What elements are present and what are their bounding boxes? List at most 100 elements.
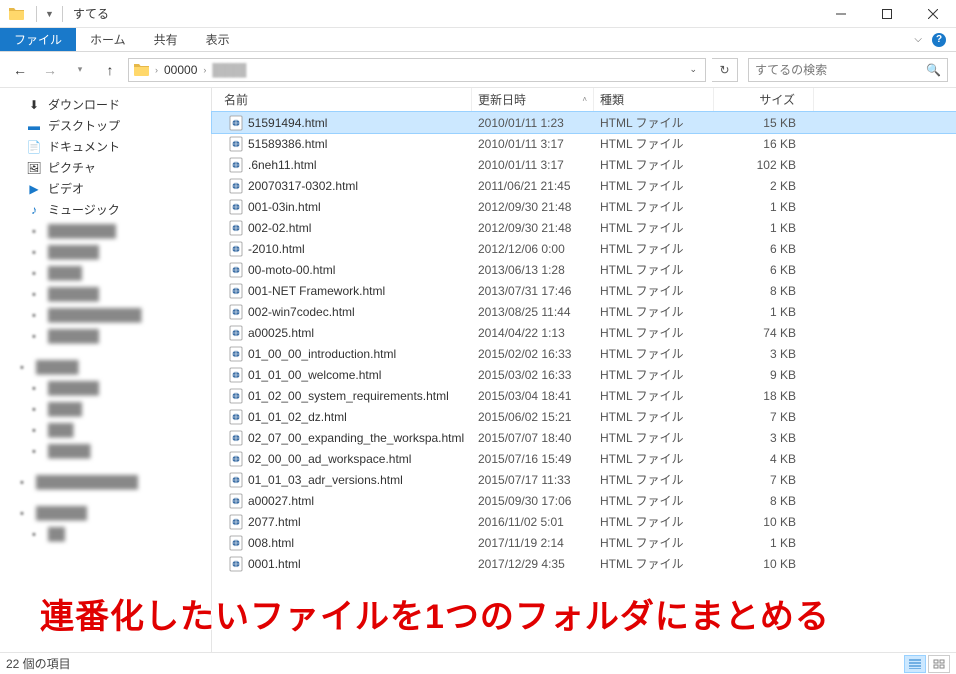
view-icons-button[interactable] bbox=[928, 655, 950, 673]
file-row[interactable]: 2077.html2016/11/02 5:01HTML ファイル10 KB bbox=[212, 511, 956, 532]
file-row[interactable]: -2010.html2012/12/06 0:00HTML ファイル6 KB bbox=[212, 238, 956, 259]
tab-home[interactable]: ホーム bbox=[76, 28, 140, 51]
file-type: HTML ファイル bbox=[594, 114, 714, 131]
tree-documents[interactable]: 📄ドキュメント bbox=[0, 136, 211, 157]
tree-item-blurred[interactable]: ▪████ bbox=[0, 398, 211, 419]
file-type: HTML ファイル bbox=[594, 345, 714, 362]
tree-item-blurred[interactable]: ▪██████ bbox=[0, 241, 211, 262]
file-row[interactable]: 01_01_00_welcome.html2015/03/02 16:33HTM… bbox=[212, 364, 956, 385]
annotation-text: 連番化したいファイルを1つのフォルダにまとめる bbox=[40, 589, 830, 638]
file-row[interactable]: a00025.html2014/04/22 1:13HTML ファイル74 KB bbox=[212, 322, 956, 343]
refresh-button[interactable]: ↻ bbox=[712, 58, 738, 82]
col-name[interactable]: 名前 bbox=[212, 88, 472, 111]
forward-button[interactable]: → bbox=[38, 58, 62, 82]
file-size: 7 KB bbox=[714, 473, 814, 487]
file-row[interactable]: 20070317-0302.html2011/06/21 21:45HTML フ… bbox=[212, 175, 956, 196]
file-row[interactable]: a00027.html2015/09/30 17:06HTML ファイル8 KB bbox=[212, 490, 956, 511]
file-row[interactable]: 01_01_02_dz.html2015/06/02 15:21HTML ファイ… bbox=[212, 406, 956, 427]
tree-item-blurred[interactable]: ▪████████ bbox=[0, 220, 211, 241]
status-item-count: 22 個の項目 bbox=[6, 655, 71, 672]
file-row[interactable]: 00-moto-00.html2013/06/13 1:28HTML ファイル6… bbox=[212, 259, 956, 280]
tree-item-blurred[interactable]: ▪████████████ bbox=[0, 471, 211, 492]
view-details-button[interactable] bbox=[904, 655, 926, 673]
file-date: 2010/01/11 3:17 bbox=[472, 158, 594, 172]
col-date[interactable]: 更新日時˄ bbox=[472, 88, 594, 111]
col-type[interactable]: 種類 bbox=[594, 88, 714, 111]
breadcrumb-segment[interactable]: 00000 bbox=[160, 63, 201, 77]
file-row[interactable]: 001-NET Framework.html2013/07/31 17:46HT… bbox=[212, 280, 956, 301]
window-title: すてる bbox=[73, 5, 109, 22]
file-row[interactable]: 001-03in.html2012/09/30 21:48HTML ファイル1 … bbox=[212, 196, 956, 217]
file-row[interactable]: 02_00_00_ad_workspace.html2015/07/16 15:… bbox=[212, 448, 956, 469]
file-name: 01_01_02_dz.html bbox=[248, 410, 347, 424]
help-icon[interactable]: ? bbox=[932, 33, 946, 47]
tree-downloads[interactable]: ⬇ダウンロード bbox=[0, 94, 211, 115]
address-bar[interactable]: › 00000 › ████ ⌄ bbox=[128, 58, 706, 82]
tree-videos[interactable]: ▶ビデオ bbox=[0, 178, 211, 199]
search-input[interactable]: すてるの検索 🔍 bbox=[748, 58, 948, 82]
tree-item-blurred[interactable]: ▪████ bbox=[0, 262, 211, 283]
nav-tree[interactable]: ⬇ダウンロード ▬デスクトップ 📄ドキュメント 🖼ピクチャ ▶ビデオ ♪ミュージ… bbox=[0, 88, 212, 654]
file-row[interactable]: 0001.html2017/12/29 4:35HTML ファイル10 KB bbox=[212, 553, 956, 574]
breadcrumb-segment-blurred: ████ bbox=[208, 63, 250, 77]
file-row[interactable]: 51591494.html2010/01/11 1:23HTML ファイル15 … bbox=[212, 112, 956, 133]
file-row[interactable]: 01_02_00_system_requirements.html2015/03… bbox=[212, 385, 956, 406]
file-row[interactable]: 002-02.html2012/09/30 21:48HTML ファイル1 KB bbox=[212, 217, 956, 238]
file-row[interactable]: .6neh11.html2010/01/11 3:17HTML ファイル102 … bbox=[212, 154, 956, 175]
tree-item-blurred[interactable]: ▪██ bbox=[0, 523, 211, 544]
file-row[interactable]: 51589386.html2010/01/11 3:17HTML ファイル16 … bbox=[212, 133, 956, 154]
file-type: HTML ファイル bbox=[594, 408, 714, 425]
file-row[interactable]: 02_07_00_expanding_the_workspa.html2015/… bbox=[212, 427, 956, 448]
tab-share[interactable]: 共有 bbox=[140, 28, 192, 51]
file-size: 7 KB bbox=[714, 410, 814, 424]
file-name: 00-moto-00.html bbox=[248, 263, 335, 277]
tree-desktop[interactable]: ▬デスクトップ bbox=[0, 115, 211, 136]
file-date: 2010/01/11 3:17 bbox=[472, 137, 594, 151]
ribbon-expand-icon[interactable]: ⌵ bbox=[914, 34, 922, 45]
back-button[interactable]: ← bbox=[8, 58, 32, 82]
tree-music[interactable]: ♪ミュージック bbox=[0, 199, 211, 220]
tree-item-blurred[interactable]: ▪██████ bbox=[0, 283, 211, 304]
file-name: 2077.html bbox=[248, 515, 301, 529]
tree-item-blurred[interactable]: ▪███████████ bbox=[0, 304, 211, 325]
close-button[interactable] bbox=[910, 0, 956, 28]
html-file-icon bbox=[228, 367, 244, 383]
file-size: 2 KB bbox=[714, 179, 814, 193]
maximize-button[interactable] bbox=[864, 0, 910, 28]
qat-dropdown-icon[interactable]: ▼ bbox=[43, 9, 56, 19]
tree-item-blurred[interactable]: ▪█████ bbox=[0, 356, 211, 377]
tab-file[interactable]: ファイル bbox=[0, 28, 76, 51]
file-row[interactable]: 01_01_03_adr_versions.html2015/07/17 11:… bbox=[212, 469, 956, 490]
ribbon-tabs: ファイル ホーム 共有 表示 ⌵ ? bbox=[0, 28, 956, 52]
chevron-right-icon[interactable]: › bbox=[153, 65, 160, 75]
tree-item-blurred[interactable]: ▪██████ bbox=[0, 377, 211, 398]
file-type: HTML ファイル bbox=[594, 387, 714, 404]
html-file-icon bbox=[228, 157, 244, 173]
file-row[interactable]: 002-win7codec.html2013/08/25 11:44HTML フ… bbox=[212, 301, 956, 322]
file-date: 2015/03/04 18:41 bbox=[472, 389, 594, 403]
history-dropdown[interactable]: ▾ bbox=[68, 58, 92, 82]
col-size[interactable]: サイズ bbox=[714, 88, 814, 111]
file-size: 8 KB bbox=[714, 494, 814, 508]
tree-item-blurred[interactable]: ▪███ bbox=[0, 419, 211, 440]
file-type: HTML ファイル bbox=[594, 198, 714, 215]
file-size: 18 KB bbox=[714, 389, 814, 403]
tree-item-blurred[interactable]: ▪██████ bbox=[0, 502, 211, 523]
chevron-right-icon[interactable]: › bbox=[201, 65, 208, 75]
file-type: HTML ファイル bbox=[594, 429, 714, 446]
up-button[interactable]: ↑ bbox=[98, 58, 122, 82]
minimize-button[interactable] bbox=[818, 0, 864, 28]
tree-pictures[interactable]: 🖼ピクチャ bbox=[0, 157, 211, 178]
tree-item-blurred[interactable]: ▪█████ bbox=[0, 440, 211, 461]
file-row[interactable]: 008.html2017/11/19 2:14HTML ファイル1 KB bbox=[212, 532, 956, 553]
music-icon: ♪ bbox=[26, 202, 42, 218]
tab-view[interactable]: 表示 bbox=[192, 28, 244, 51]
file-size: 10 KB bbox=[714, 557, 814, 571]
html-file-icon bbox=[228, 346, 244, 362]
file-name: 02_00_00_ad_workspace.html bbox=[248, 452, 411, 466]
download-icon: ⬇ bbox=[26, 97, 42, 113]
address-dropdown-icon[interactable]: ⌄ bbox=[683, 64, 703, 75]
tree-item-blurred[interactable]: ▪██████ bbox=[0, 325, 211, 346]
file-type: HTML ファイル bbox=[594, 135, 714, 152]
file-row[interactable]: 01_00_00_introduction.html2015/02/02 16:… bbox=[212, 343, 956, 364]
